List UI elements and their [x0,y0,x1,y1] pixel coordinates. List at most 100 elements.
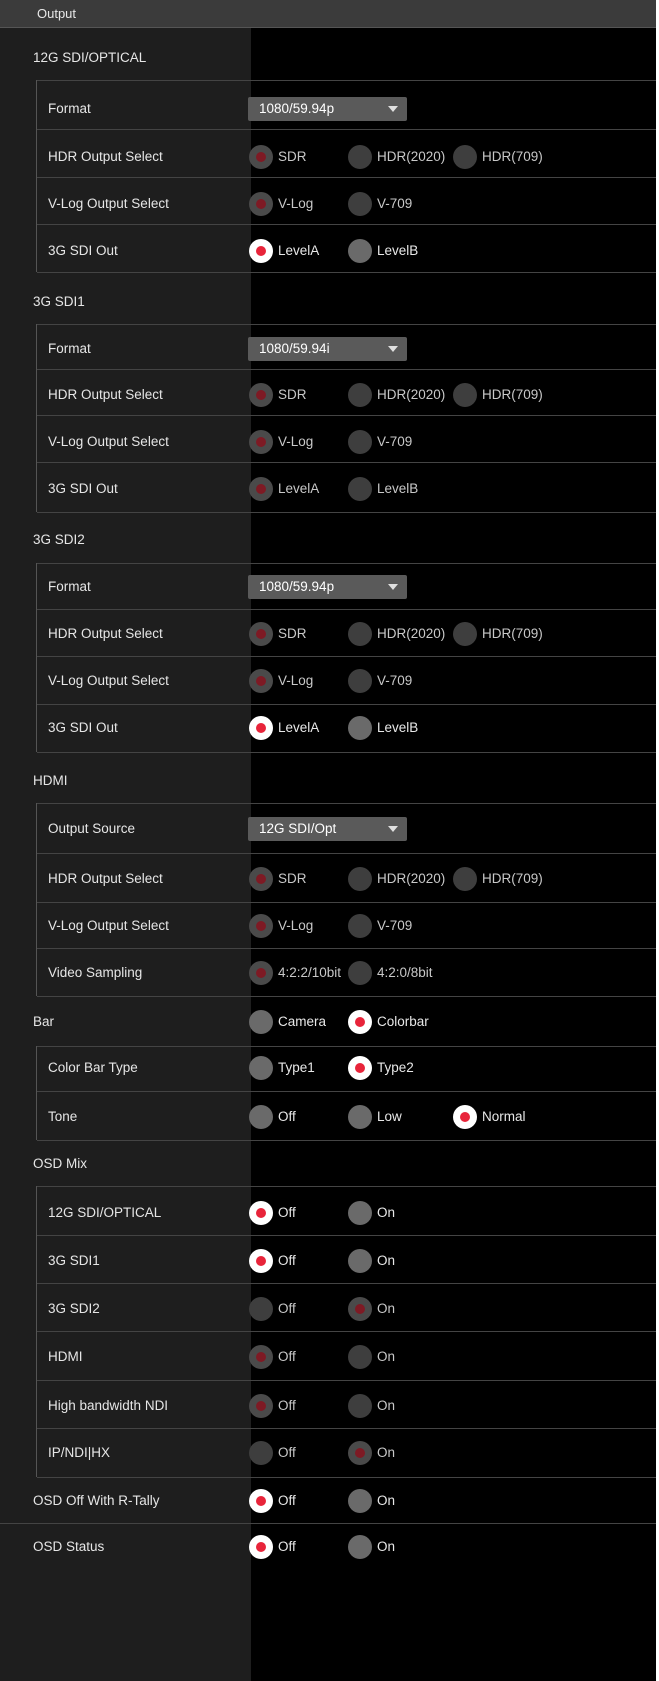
radio-option-label: LevelB [377,481,419,496]
radio-option-label: Type2 [377,1060,414,1075]
radio-selected-dot [256,629,266,639]
radio-option-label: Off [278,1445,296,1460]
radio-button [348,622,372,646]
radio-button [249,914,273,938]
radio-option-label: Off [278,1253,296,1268]
radio-button [249,145,273,169]
radio-button [249,669,273,693]
radio-button [249,1249,273,1273]
radio-option-label: V-Log [278,918,314,933]
radio-option-label: HDR(2020) [377,387,446,402]
radio-button [348,1010,372,1034]
radio-button [348,1345,372,1369]
sdi3g2-format-dropdown[interactable]: 1080/59.94p [248,575,407,599]
radio-button [348,669,372,693]
radio-option-label: Type1 [278,1060,315,1075]
setting-label-v-log-output-select: V-Log Output Select [48,918,169,933]
row-divider [37,803,656,804]
radio-option-label: Off [278,1539,296,1554]
section-title-osdmix: OSD Mix [33,1156,87,1171]
radio-selected-dot [256,1401,266,1411]
row-divider [37,272,656,273]
radio-button [453,145,477,169]
radio-button [348,716,372,740]
radio-button [249,716,273,740]
setting-label-v-log-output-select: V-Log Output Select [48,673,169,688]
setting-label-ip-ndi-hx: IP/NDI|HX [48,1445,111,1460]
radio-button [453,1105,477,1129]
radio-option-label: LevelA [278,243,320,258]
row-divider [0,1523,656,1524]
section-indent-line [36,1046,37,1140]
radio-button [249,1105,273,1129]
row-divider [37,609,656,610]
radio-option-label: Camera [278,1014,327,1029]
section-title-bar: Bar [33,1014,55,1029]
row-divider [37,902,656,903]
radio-button [249,1489,273,1513]
sdi3g1-format-dropdown[interactable]: 1080/59.94i [248,337,407,361]
radio-button [348,145,372,169]
radio-option-label: V-Log [278,434,314,449]
radio-option-label: V-709 [377,434,413,449]
radio-option-label: On [377,1253,396,1268]
row-divider [37,324,656,325]
section-indent-line [36,1186,37,1477]
radio-option-label: HDR(709) [482,871,543,886]
row-divider [37,80,656,81]
page-title: Output [37,6,77,21]
radio-selected-dot [256,152,266,162]
radio-option-label: Off [278,1349,296,1364]
row-divider [37,563,656,564]
radio-button [348,192,372,216]
radio-button [348,1535,372,1559]
row-divider [37,129,656,130]
radio-option-label: On [377,1445,396,1460]
radio-button [348,1249,372,1273]
radio-selected-dot [256,199,266,209]
radio-button [249,622,273,646]
radio-option-label: On [377,1493,396,1508]
radio-option-label: Normal [482,1109,526,1124]
setting-label-12g-sdi-optical: 12G SDI/OPTICAL [48,1205,162,1220]
radio-button [249,1201,273,1225]
radio-selected-dot [256,390,266,400]
row-divider [37,704,656,705]
radio-option-label: On [377,1349,396,1364]
section-title-sdi12g: 12G SDI/OPTICAL [33,50,147,65]
radio-option-label: On [377,1205,396,1220]
row-divider [37,1283,656,1284]
radio-option-label: On [377,1398,396,1413]
radio-button [249,1441,273,1465]
radio-button [453,622,477,646]
radio-button [249,961,273,985]
radio-option-label: V-Log [278,196,314,211]
radio-option-label: SDR [278,626,307,641]
radio-selected-dot [256,921,266,931]
hdmi-output-source-dropdown[interactable]: 12G SDI/Opt [248,817,407,841]
radio-option-label: 4:2:2/10bit [278,965,342,980]
radio-option-label: SDR [278,871,307,886]
radio-option-label: On [377,1301,396,1316]
dropdown-value: 1080/59.94p [259,579,335,594]
radio-selected-dot [256,874,266,884]
sdi12g-format-dropdown[interactable]: 1080/59.94p [248,97,407,121]
row-divider [37,1186,656,1187]
section-title-osdstatus: OSD Status [33,1539,105,1554]
radio-button [348,383,372,407]
row-divider [37,948,656,949]
radio-button [348,1441,372,1465]
setting-label-color-bar-type: Color Bar Type [48,1060,138,1075]
setting-label-output-source: Output Source [48,821,136,836]
radio-button [249,239,273,263]
dropdown-value: 1080/59.94i [259,341,330,356]
radio-option-label: HDR(2020) [377,871,446,886]
setting-label-video-sampling: Video Sampling [48,965,143,980]
chevron-down-icon [388,584,398,590]
radio-option-label: HDR(709) [482,626,543,641]
setting-label-high-bandwidth-ndi: High bandwidth NDI [48,1398,169,1413]
radio-option-label: HDR(2020) [377,626,446,641]
setting-label-3g-sdi-out: 3G SDI Out [48,481,118,496]
radio-button [348,961,372,985]
row-divider [37,752,656,753]
